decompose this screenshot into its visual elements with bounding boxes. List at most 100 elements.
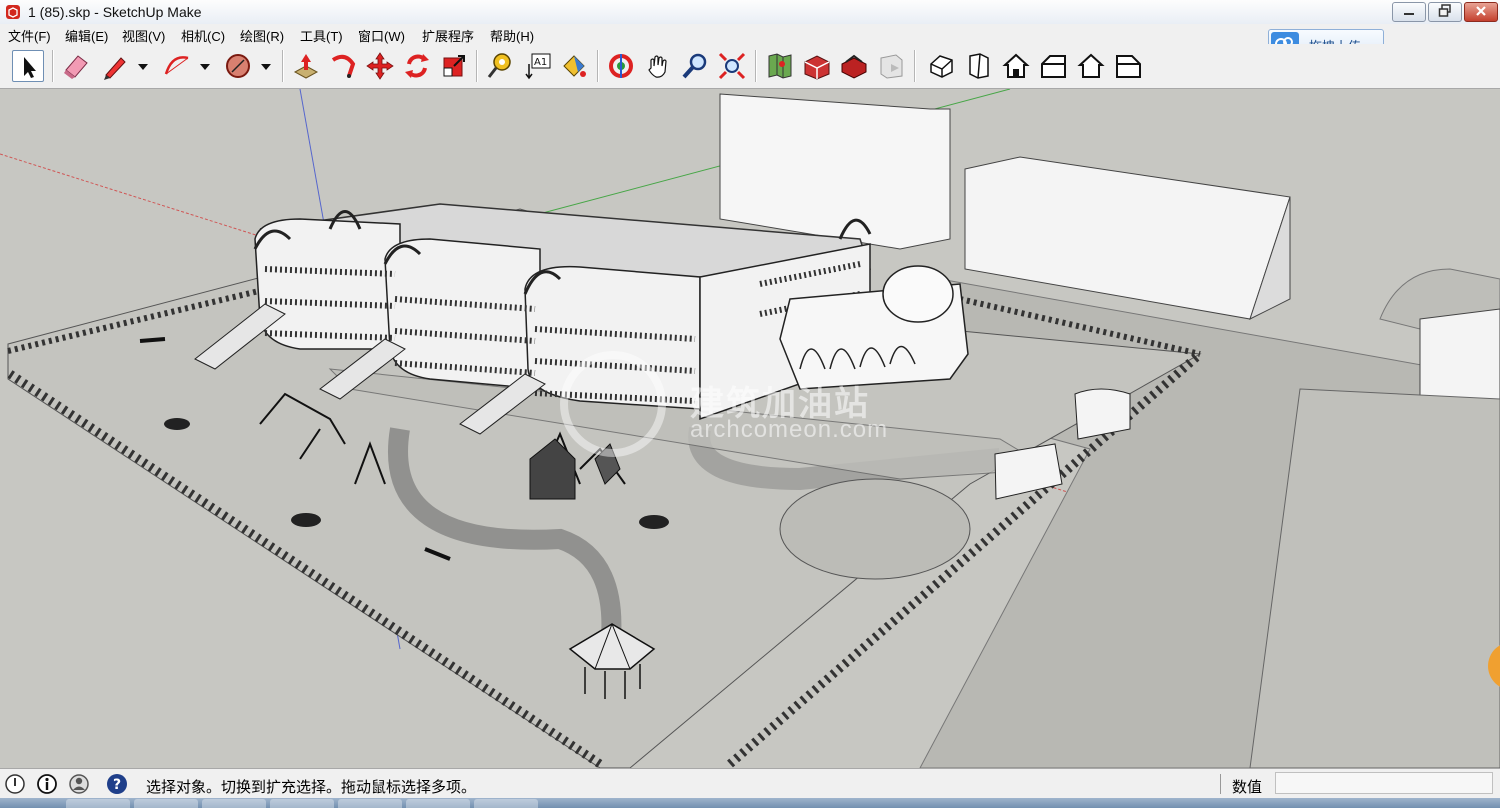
window-title: 1 (85).skp - SketchUp Make: [28, 4, 202, 20]
orbit-icon: [609, 54, 633, 78]
arc-icon: [164, 56, 189, 75]
house-left-icon: [1116, 55, 1141, 78]
arc-tool-button[interactable]: [160, 50, 192, 82]
menu-window[interactable]: 窗口(W): [358, 26, 405, 45]
sketchup-logo-icon: [6, 5, 20, 19]
warehouse-icon: [804, 55, 830, 80]
back-view-button[interactable]: [1075, 50, 1107, 82]
user-account-icon[interactable]: [68, 773, 90, 795]
toolbar-separator: [282, 50, 284, 82]
model-viewport[interactable]: 建筑加油站 archcomeon.com: [0, 89, 1500, 768]
eraser-tool-button[interactable]: [60, 50, 92, 82]
zoom-extents-icon: [718, 52, 746, 80]
restore-icon: [1438, 4, 1451, 17]
text-icon: A1: [525, 53, 551, 80]
taskbar-item[interactable]: [202, 799, 266, 808]
3d-warehouse-tool-button[interactable]: [801, 50, 833, 82]
status-bar: ? 选择对象。切换到扩充选择。拖动鼠标选择多项。 数值: [0, 768, 1500, 799]
pan-tool-button[interactable]: [642, 50, 674, 82]
minimize-button[interactable]: [1392, 2, 1426, 22]
menu-extensions[interactable]: 扩展程序: [422, 26, 474, 45]
zoom-tool-button[interactable]: [679, 50, 711, 82]
toolbar-separator: [52, 50, 54, 82]
text-tool-button[interactable]: A1: [521, 50, 553, 82]
line-tool-button[interactable]: [99, 50, 131, 82]
taskbar-item[interactable]: [338, 799, 402, 808]
menu-view[interactable]: 视图(V): [122, 26, 165, 45]
credits-icon[interactable]: [36, 773, 58, 795]
orbit-tool-button[interactable]: [605, 50, 637, 82]
arc-tool-dropdown[interactable]: [198, 50, 212, 82]
close-button[interactable]: [1464, 2, 1498, 22]
measurements-input[interactable]: [1275, 772, 1493, 794]
scale-tool-button[interactable]: [438, 50, 470, 82]
arrow-cursor-icon: [24, 57, 36, 78]
layout-icon: [880, 54, 903, 79]
follow-me-icon: [331, 54, 356, 78]
menu-tools[interactable]: 工具(T): [300, 26, 343, 45]
move-icon: [366, 52, 394, 80]
taskbar-item[interactable]: [406, 799, 470, 808]
menu-help[interactable]: 帮助(H): [490, 26, 534, 45]
pencil-icon: [104, 57, 126, 80]
tape-measure-tool-button[interactable]: [484, 50, 516, 82]
close-icon: [1476, 6, 1486, 16]
watermark-url: archcomeon.com: [690, 416, 889, 443]
add-location-tool-button[interactable]: [764, 50, 796, 82]
menu-camera[interactable]: 相机(C): [181, 26, 225, 45]
left-view-button[interactable]: [1112, 50, 1144, 82]
toolbar-separator: [476, 50, 478, 82]
chevron-down-icon: [200, 64, 210, 70]
chevron-down-icon: [261, 64, 271, 70]
shape-tool-dropdown[interactable]: [259, 50, 273, 82]
map-icon: [768, 53, 792, 79]
restore-button[interactable]: [1428, 2, 1462, 22]
taskbar-item[interactable]: [474, 799, 538, 808]
right-view-button[interactable]: [1038, 50, 1070, 82]
menu-file[interactable]: 文件(F): [8, 26, 51, 45]
front-view-button[interactable]: [1000, 50, 1032, 82]
follow-me-tool-button[interactable]: [327, 50, 359, 82]
move-tool-button[interactable]: [364, 50, 396, 82]
house-iso-icon: [930, 55, 953, 78]
select-tool-button[interactable]: [12, 50, 44, 82]
minimize-icon: [1404, 13, 1414, 15]
shape-tool-button[interactable]: [222, 50, 254, 82]
taskbar-item[interactable]: [66, 799, 130, 808]
hand-icon: [648, 55, 667, 78]
svg-text:?: ?: [113, 777, 121, 793]
geolocation-icon[interactable]: [4, 773, 26, 795]
zoom-extents-tool-button[interactable]: [716, 50, 748, 82]
line-tool-dropdown[interactable]: [136, 50, 150, 82]
push-pull-tool-button[interactable]: [290, 50, 322, 82]
extension-icon: [841, 54, 867, 79]
status-divider: [1220, 774, 1221, 794]
os-taskbar: [0, 798, 1500, 808]
rotate-tool-button[interactable]: [401, 50, 433, 82]
extension-warehouse-tool-button[interactable]: [838, 50, 870, 82]
tape-measure-icon: [487, 53, 511, 78]
title-bar: 1 (85).skp - SketchUp Make: [0, 0, 1500, 25]
house-back-icon: [1077, 53, 1105, 78]
magnifier-icon: [682, 53, 707, 79]
toolbar-separator: [914, 50, 916, 82]
main-toolbar: A1: [0, 44, 1500, 89]
top-view-button[interactable]: [963, 50, 995, 82]
polygon-icon: [226, 54, 250, 78]
layout-tool-button[interactable]: [876, 50, 908, 82]
taskbar-item[interactable]: [134, 799, 198, 808]
help-icon[interactable]: ?: [106, 773, 128, 795]
measurements-label: 数值: [1232, 779, 1263, 796]
menu-edit[interactable]: 编辑(E): [65, 26, 108, 45]
status-message: 选择对象。切换到扩充选择。拖动鼠标选择多项。: [146, 779, 477, 796]
eraser-icon: [64, 55, 88, 79]
house-right-icon: [1041, 55, 1066, 78]
rotate-icon: [405, 54, 429, 78]
paint-bucket-tool-button[interactable]: [558, 50, 590, 82]
iso-view-button[interactable]: [926, 50, 958, 82]
scale-icon: [443, 55, 465, 77]
menu-draw[interactable]: 绘图(R): [240, 26, 284, 45]
push-pull-icon: [293, 54, 319, 79]
chevron-down-icon: [138, 64, 148, 70]
taskbar-item[interactable]: [270, 799, 334, 808]
